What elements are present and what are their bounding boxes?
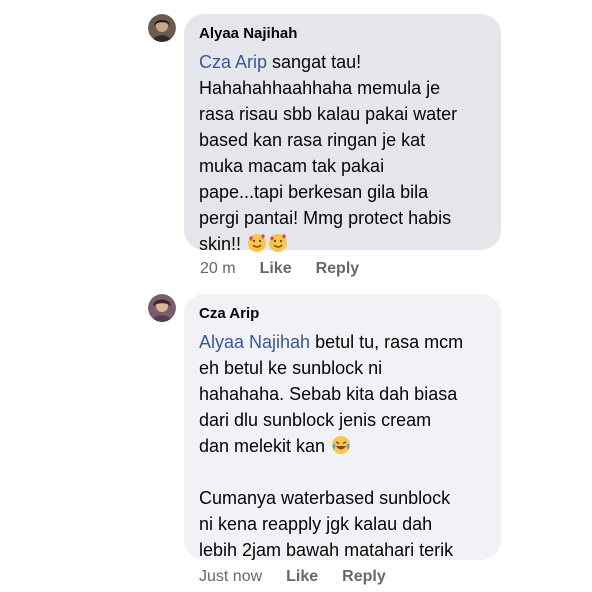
- comment-timestamp[interactable]: 20 m: [200, 260, 236, 278]
- comment-author[interactable]: Cza Arip: [199, 304, 486, 324]
- line-spacer: [199, 459, 486, 485]
- comment-text: pergi pantai! Mmg protect habis: [199, 208, 452, 228]
- comment-text: rasa risau sbb kalau pakai water: [199, 104, 458, 124]
- comment-bubble: Cza Arip Alyaa Najihah betul tu, rasa mc…: [184, 294, 501, 560]
- comment-actions: 20 m Like Reply: [200, 260, 383, 278]
- comment-text: hahahaha. Sebab kita dah biasa: [199, 384, 458, 404]
- comment-text: muka macam tak pakai: [199, 156, 385, 176]
- reply-button[interactable]: Reply: [316, 260, 360, 278]
- comment-text: ni kena reapply jgk kalau dah: [199, 514, 433, 534]
- tears-of-joy-icon: [332, 436, 351, 454]
- comment-text: dari dlu sunblock jenis cream: [199, 410, 432, 430]
- comment-text: dan melekit kan: [199, 436, 331, 456]
- avatar[interactable]: [148, 294, 176, 322]
- comment-text: skin!!: [199, 234, 247, 254]
- avatar[interactable]: [148, 14, 176, 42]
- comment-text: Cumanya waterbased sunblock: [199, 488, 451, 508]
- comment-timestamp[interactable]: Just now: [199, 568, 262, 586]
- comment-text: lebih 2jam bawah matahari terik: [199, 540, 454, 560]
- mention-link[interactable]: Alyaa Najihah: [199, 332, 310, 352]
- reply-button[interactable]: Reply: [342, 568, 386, 586]
- like-button[interactable]: Like: [260, 260, 292, 278]
- comment-text: eh betul ke sunblock ni: [199, 358, 383, 378]
- smiling-face-with-hearts-icon: [269, 234, 288, 252]
- comment-text: pape...tapi berkesan gila bila: [199, 182, 429, 202]
- comment-author[interactable]: Alyaa Najihah: [199, 24, 486, 44]
- like-button[interactable]: Like: [286, 568, 318, 586]
- comment-text: based kan rasa ringan je kat: [199, 130, 426, 150]
- comment-text: sangat tau!: [267, 52, 362, 72]
- comment-text: Hahahahhaahhaha memula je: [199, 78, 441, 98]
- smiling-face-with-hearts-icon: [248, 234, 267, 252]
- mention-link[interactable]: Cza Arip: [199, 52, 267, 72]
- comment-bubble: Alyaa Najihah Cza Arip sangat tau! Hahah…: [184, 14, 501, 254]
- comment-actions: Just now Like Reply: [199, 568, 410, 586]
- comment-text: betul tu, rasa mcm: [310, 332, 464, 352]
